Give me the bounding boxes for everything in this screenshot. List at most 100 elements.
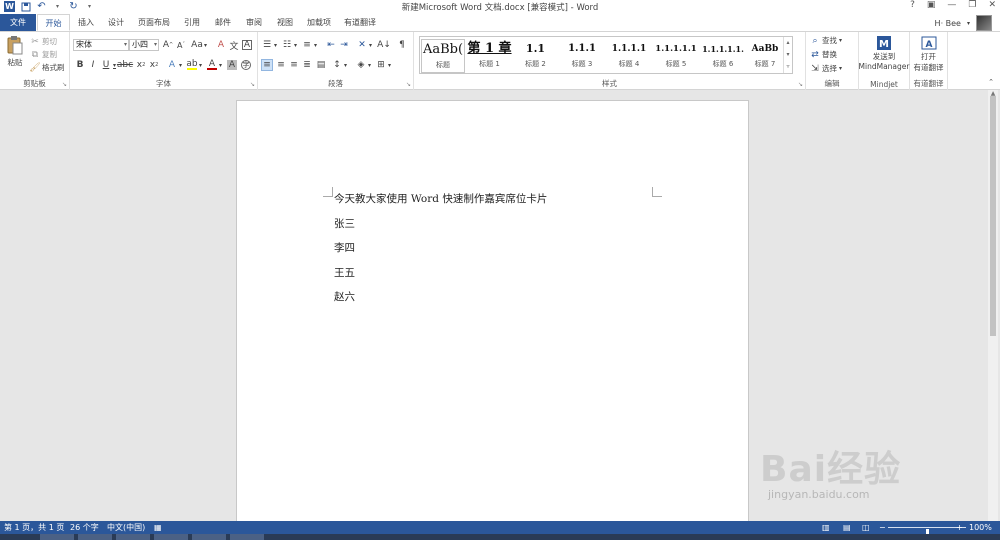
- strikethrough-button[interactable]: abc: [117, 60, 133, 70]
- copy-button[interactable]: ⧉ 复制: [30, 49, 57, 60]
- scroll-down-icon[interactable]: ▾: [784, 49, 792, 61]
- style-heading-7[interactable]: AaBb 标题 7: [747, 39, 783, 73]
- clipboard-launcher-icon[interactable]: ↘: [62, 81, 67, 88]
- style-heading-3[interactable]: 1.1.1 标题 3: [559, 39, 605, 73]
- tab-mailings[interactable]: 邮件: [209, 14, 237, 31]
- taskbar-item[interactable]: [230, 534, 264, 540]
- shading-button[interactable]: ◈ ▾: [356, 60, 371, 70]
- shrink-font-button[interactable]: Aˇ: [176, 40, 186, 50]
- borders-button[interactable]: ⊞ ▾: [376, 60, 391, 70]
- zoom-in-button[interactable]: +: [956, 521, 963, 534]
- taskbar-item[interactable]: [40, 534, 74, 540]
- document-paragraph[interactable]: 李四: [334, 240, 355, 255]
- print-layout-icon[interactable]: ▤: [843, 521, 851, 534]
- read-mode-icon[interactable]: ▥: [822, 521, 830, 534]
- superscript-button[interactable]: x2: [149, 60, 159, 70]
- paste-button[interactable]: 粘贴: [4, 35, 26, 68]
- replace-button[interactable]: ⇄ 替换: [810, 49, 837, 60]
- avatar[interactable]: [976, 15, 992, 31]
- increase-indent-button[interactable]: ⇥: [339, 40, 349, 50]
- character-shading-button[interactable]: A: [227, 60, 237, 70]
- font-launcher-icon[interactable]: ↘: [250, 81, 255, 88]
- open-youdao-button[interactable]: A 打开 有道翻译: [910, 35, 947, 73]
- more-icon[interactable]: ▿: [784, 61, 792, 73]
- taskbar-item[interactable]: [78, 534, 112, 540]
- tab-references[interactable]: 引用: [178, 14, 206, 31]
- text-effects-button[interactable]: A ▾: [167, 60, 182, 70]
- align-left-button[interactable]: ≡: [261, 59, 273, 71]
- user-name[interactable]: H· Bee: [935, 19, 961, 28]
- justify-button[interactable]: ≣: [302, 60, 312, 70]
- word-count[interactable]: 26 个字: [70, 521, 99, 534]
- style-heading-5[interactable]: 1.1.1.1.1 标题 5: [653, 39, 699, 73]
- tab-page-layout[interactable]: 页面布局: [133, 14, 175, 31]
- align-center-button[interactable]: ≡: [276, 60, 286, 70]
- vertical-scrollbar[interactable]: ▲: [988, 90, 998, 521]
- tab-design[interactable]: 设计: [102, 14, 130, 31]
- find-button[interactable]: ⌕ 查找 ▾: [810, 35, 842, 46]
- distributed-button[interactable]: ▤: [316, 60, 326, 70]
- macro-recording-icon[interactable]: ▦: [154, 521, 162, 534]
- document-paragraph[interactable]: 赵六: [334, 289, 355, 304]
- close-button[interactable]: ✕: [988, 0, 996, 10]
- scroll-up-icon[interactable]: ▴: [784, 37, 792, 49]
- minimize-button[interactable]: —: [947, 0, 956, 10]
- chinese-layout-button[interactable]: ✕ ▾: [357, 40, 372, 50]
- tab-insert[interactable]: 插入: [72, 14, 100, 31]
- styles-gallery-scroll[interactable]: ▴ ▾ ▿: [783, 37, 792, 73]
- change-case-button[interactable]: Aa ▾: [191, 40, 207, 50]
- ribbon-display-options-button[interactable]: ▣: [927, 0, 936, 10]
- font-name-select[interactable]: 宋体 ▾: [73, 39, 129, 51]
- taskbar-item[interactable]: [154, 534, 188, 540]
- sort-button[interactable]: A↓: [377, 40, 391, 50]
- taskbar-item[interactable]: [192, 534, 226, 540]
- restore-button[interactable]: ❐: [968, 0, 976, 10]
- font-size-select[interactable]: 小四 ▾: [129, 39, 159, 51]
- page-count[interactable]: 第 1 页，共 1 页: [4, 521, 64, 534]
- zoom-slider[interactable]: [888, 527, 966, 537]
- web-layout-icon[interactable]: ◫: [862, 521, 870, 534]
- font-color-button[interactable]: A ▾: [207, 59, 222, 70]
- character-border-button[interactable]: A: [242, 40, 252, 50]
- line-spacing-button[interactable]: ↕ ▾: [332, 60, 347, 70]
- phonetic-guide-button[interactable]: 文: [229, 40, 239, 52]
- taskbar-item[interactable]: [116, 534, 150, 540]
- clear-formatting-button[interactable]: A: [216, 40, 226, 50]
- decrease-indent-button[interactable]: ⇤: [326, 40, 336, 50]
- align-right-button[interactable]: ≡: [289, 60, 299, 70]
- user-account[interactable]: H· Bee ▾: [935, 15, 992, 31]
- multilevel-list-button[interactable]: ≡ ▾: [302, 40, 317, 50]
- highlight-button[interactable]: ab ▾: [186, 59, 202, 70]
- document-page[interactable]: 今天教大家使用 Word 快速制作嘉宾席位卡片 张三 李四 王五 赵六: [236, 100, 749, 530]
- tab-review[interactable]: 审阅: [240, 14, 268, 31]
- italic-button[interactable]: I: [88, 60, 98, 70]
- style-heading-6[interactable]: 1.1.1.1.1. 标题 6: [700, 39, 746, 73]
- show-marks-button[interactable]: ¶: [397, 40, 407, 50]
- zoom-level[interactable]: 100%: [969, 521, 992, 534]
- select-button[interactable]: ⇲ 选择 ▾: [810, 63, 842, 74]
- numbering-button[interactable]: ☷ ▾: [282, 40, 297, 50]
- format-painter-button[interactable]: 🖌 格式刷: [29, 62, 64, 73]
- paragraph-launcher-icon[interactable]: ↘: [406, 81, 411, 88]
- styles-launcher-icon[interactable]: ↘: [798, 81, 803, 88]
- grow-font-button[interactable]: A ^: [163, 40, 173, 50]
- zoom-out-button[interactable]: −: [879, 521, 886, 534]
- tab-addins[interactable]: 加载项: [302, 14, 336, 31]
- collapse-ribbon-button[interactable]: ⌃: [988, 78, 994, 86]
- send-to-mindmanager-button[interactable]: M 发送到 MindManager: [859, 35, 909, 71]
- bullets-button[interactable]: ☰ ▾: [262, 40, 277, 50]
- style-heading-2[interactable]: 1.1 标题 2: [513, 39, 558, 73]
- document-paragraph[interactable]: 今天教大家使用 Word 快速制作嘉宾席位卡片: [334, 191, 547, 206]
- scrollbar-thumb[interactable]: [990, 96, 996, 336]
- enclose-characters-button[interactable]: 字: [241, 60, 251, 70]
- subscript-button[interactable]: x2: [136, 60, 146, 70]
- document-paragraph[interactable]: 张三: [334, 216, 355, 231]
- language-indicator[interactable]: 中文(中国): [107, 521, 145, 534]
- style-title[interactable]: AaBb( 标题: [421, 39, 465, 73]
- tab-file[interactable]: 文件: [0, 14, 36, 31]
- help-button[interactable]: ?: [910, 0, 915, 10]
- tab-view[interactable]: 视图: [271, 14, 299, 31]
- style-heading-1[interactable]: 第 1 章 标题 1: [467, 39, 512, 73]
- document-paragraph[interactable]: 王五: [334, 265, 355, 280]
- tab-youdao[interactable]: 有道翻译: [339, 14, 381, 31]
